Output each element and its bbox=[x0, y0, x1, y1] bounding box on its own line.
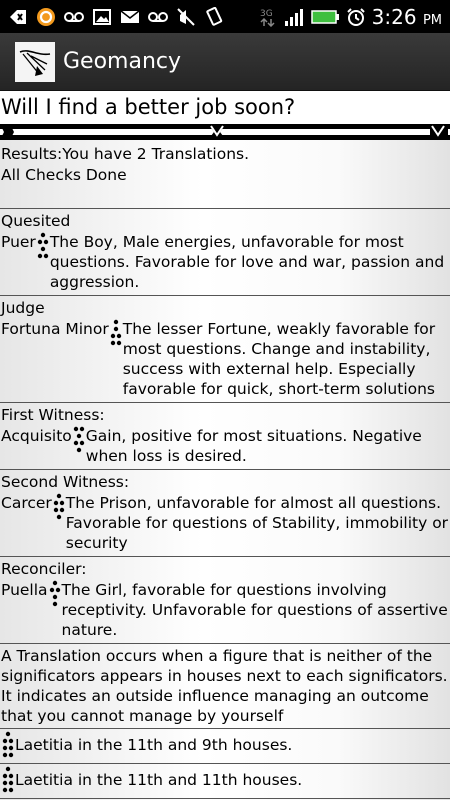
figure-carcer-icon bbox=[53, 493, 65, 521]
rotate-icon bbox=[204, 6, 224, 27]
back-icon bbox=[8, 7, 28, 27]
section-reconciler: Reconciler: Puella The Girl, favorable f… bbox=[0, 557, 450, 644]
section-judge: Judge Fortuna Minor The lesser Fortune, … bbox=[0, 296, 450, 403]
section-second-witness: Second Witness: Carcer The Prison, unfav… bbox=[0, 470, 450, 557]
app-title: Geomancy bbox=[63, 49, 182, 74]
figure-laetitia-icon bbox=[2, 731, 14, 759]
progress-bar bbox=[0, 124, 450, 140]
figure-puella-icon bbox=[49, 580, 61, 608]
figure-name: Fortuna Minor bbox=[1, 320, 109, 338]
figure-name: Puella bbox=[1, 581, 48, 599]
section-label: Judge bbox=[1, 299, 45, 317]
voicemail-icon bbox=[64, 7, 84, 27]
figure-fortuna-minor-icon bbox=[110, 319, 122, 347]
figure-name: Puer bbox=[1, 233, 36, 251]
results-status: All Checks Done bbox=[1, 166, 127, 184]
mail-icon bbox=[120, 7, 140, 27]
translation-item: Laetitia in the 11th and 11th houses. bbox=[0, 764, 450, 799]
translation-item: Laetitia in the 11th and 9th houses. bbox=[0, 729, 450, 764]
section-label: Quesited bbox=[1, 212, 71, 230]
mute-icon bbox=[176, 7, 196, 27]
signal-icon bbox=[284, 7, 304, 27]
translation-text: Laetitia in the 11th and 11th houses. bbox=[15, 771, 303, 789]
section-label: Reconciler: bbox=[1, 560, 87, 578]
section-quesited: Quesited Puer The Boy, Male energies, un… bbox=[0, 209, 450, 296]
action-bar: Geomancy bbox=[0, 33, 450, 91]
alarm-icon bbox=[346, 7, 366, 27]
3g-icon: 3G bbox=[258, 7, 278, 27]
figure-description: The Boy, Male energies, unfavorable for … bbox=[49, 233, 445, 291]
figure-name: Acquisito bbox=[1, 427, 72, 445]
translation-text: Laetitia in the 11th and 9th houses. bbox=[15, 736, 293, 754]
results-content[interactable]: Will I find a better job soon? Results:Y… bbox=[0, 91, 450, 800]
gallery-icon bbox=[92, 7, 112, 27]
status-time: 3:26 PM bbox=[371, 4, 442, 29]
section-label: First Witness: bbox=[1, 406, 105, 424]
figure-name: Carcer bbox=[1, 494, 52, 512]
section-first-witness: First Witness: Acquisito Gain, positive … bbox=[0, 403, 450, 470]
figure-puer-icon bbox=[37, 232, 49, 260]
app-logo-icon[interactable] bbox=[15, 41, 55, 82]
battery-icon bbox=[310, 7, 340, 27]
svg-text:3G: 3G bbox=[260, 9, 273, 19]
results-summary: Results:You have 2 Translations. All Che… bbox=[0, 140, 450, 209]
figure-description: The Prison, unfavorable for almost all q… bbox=[65, 494, 449, 552]
progress-marker-start bbox=[0, 124, 14, 140]
progress-marker-mid bbox=[208, 124, 226, 140]
progress-marker-end bbox=[430, 124, 448, 140]
reload-icon bbox=[36, 7, 56, 27]
figure-description: Gain, positive for most situations. Nega… bbox=[85, 427, 422, 465]
question-text: Will I find a better job soon? bbox=[0, 91, 450, 125]
section-label: Second Witness: bbox=[1, 473, 130, 491]
voicemail-icon bbox=[148, 7, 168, 27]
figure-acquisitio-icon bbox=[73, 426, 85, 454]
status-bar: 3G 3:26 PM bbox=[0, 0, 450, 33]
figure-description: The lesser Fortune, weakly favorable for… bbox=[122, 320, 436, 398]
translation-note: A Translation occurs when a figure that … bbox=[0, 644, 450, 729]
results-count: Results:You have 2 Translations. bbox=[1, 145, 250, 163]
figure-laetitia-icon bbox=[2, 766, 14, 794]
figure-description: The Girl, favorable for questions involv… bbox=[61, 581, 448, 639]
